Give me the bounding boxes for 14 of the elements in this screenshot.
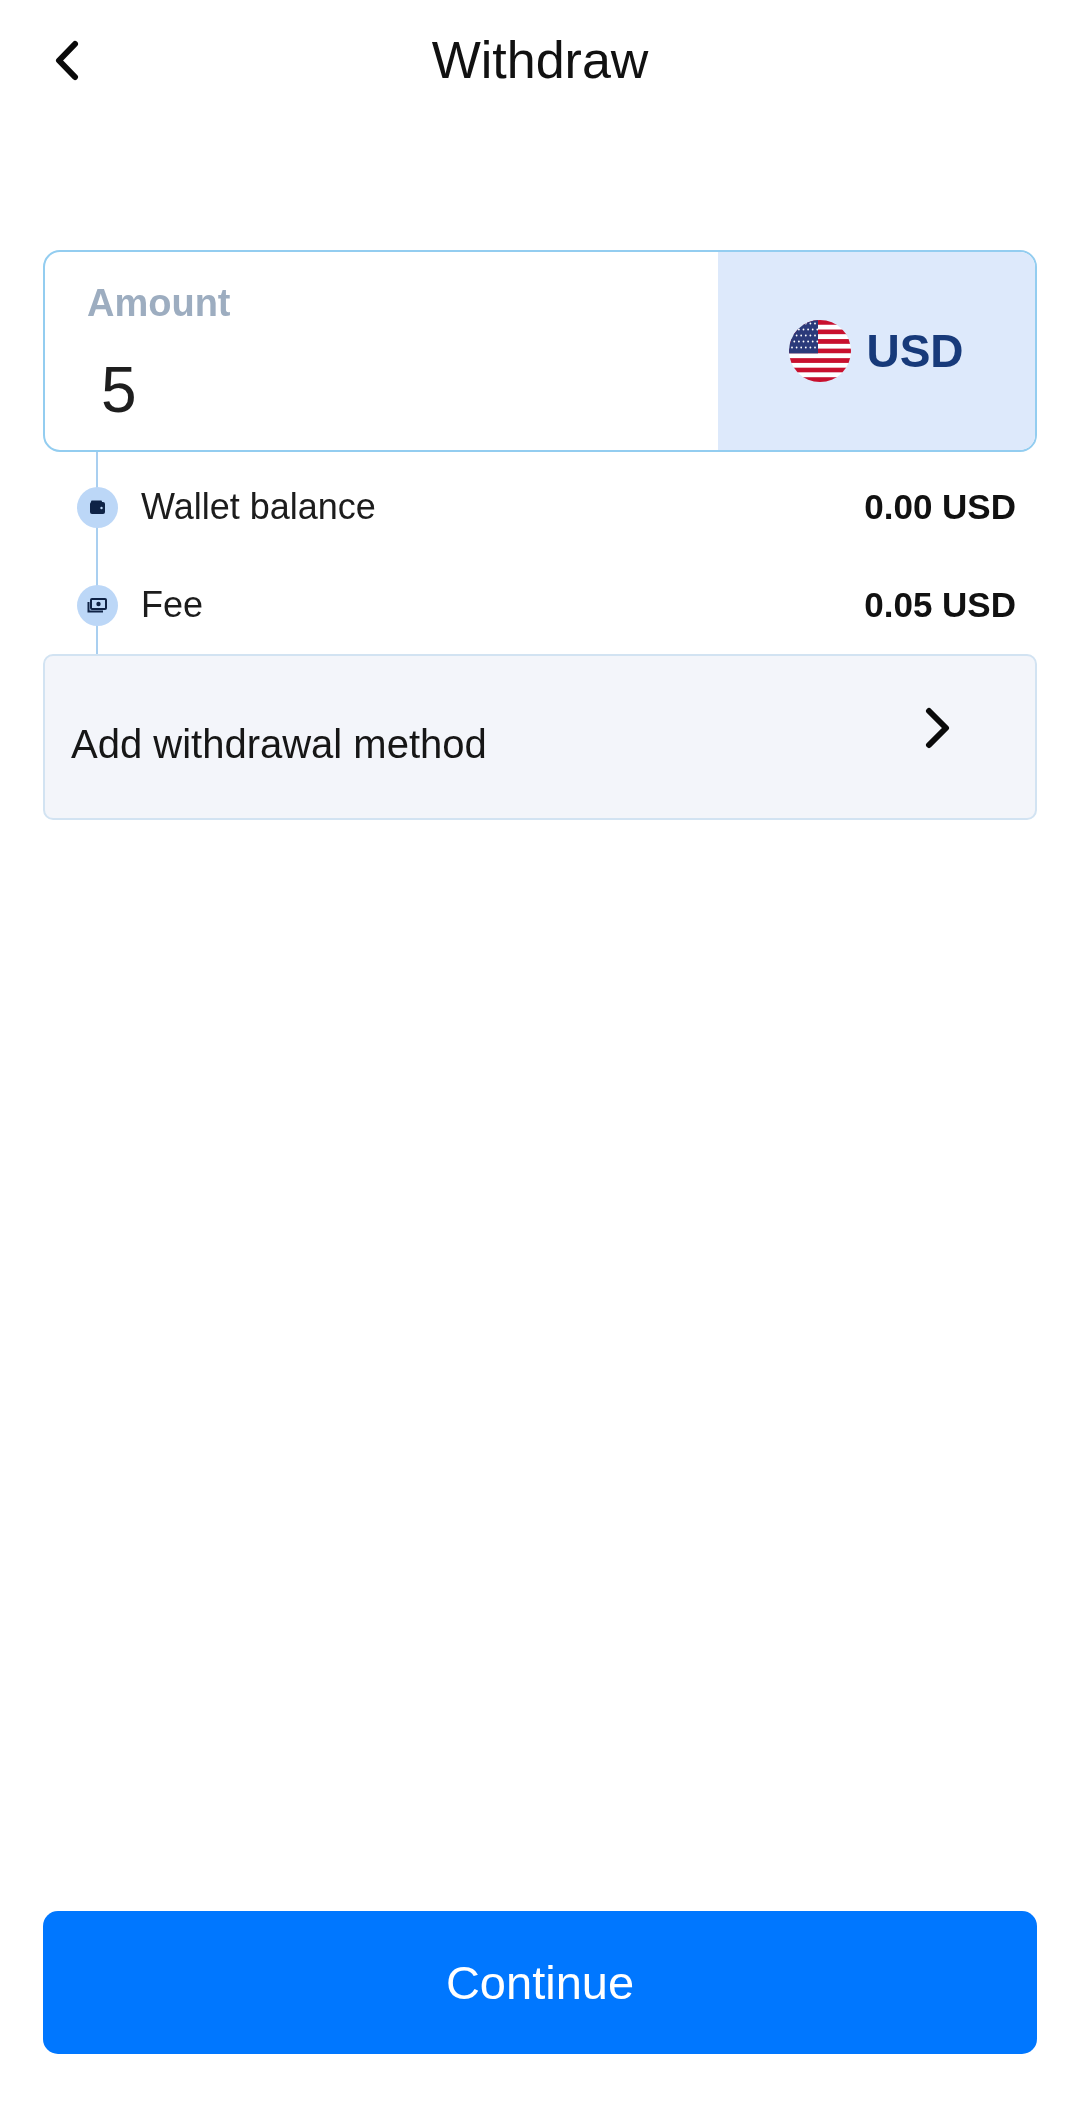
flag-icon bbox=[789, 320, 852, 382]
chevron-left-icon bbox=[54, 39, 79, 81]
summary-label: Fee bbox=[141, 584, 204, 626]
chevron-right-icon bbox=[925, 707, 950, 749]
page-title: Withdraw bbox=[431, 30, 649, 90]
banknote-icon bbox=[77, 584, 118, 626]
currency-selector[interactable]: USD bbox=[718, 252, 1035, 450]
continue-button[interactable]: Continue bbox=[43, 1911, 1037, 2054]
wallet-icon bbox=[77, 486, 118, 528]
summary-value: 0.00 USD bbox=[864, 486, 1016, 528]
withdrawal-method-row[interactable]: Add withdrawal method bbox=[43, 654, 1037, 820]
summary-value: 0.05 USD bbox=[864, 584, 1016, 626]
summary-label: Wallet balance bbox=[141, 486, 376, 528]
amount-field[interactable]: Amount 5 bbox=[45, 252, 718, 450]
